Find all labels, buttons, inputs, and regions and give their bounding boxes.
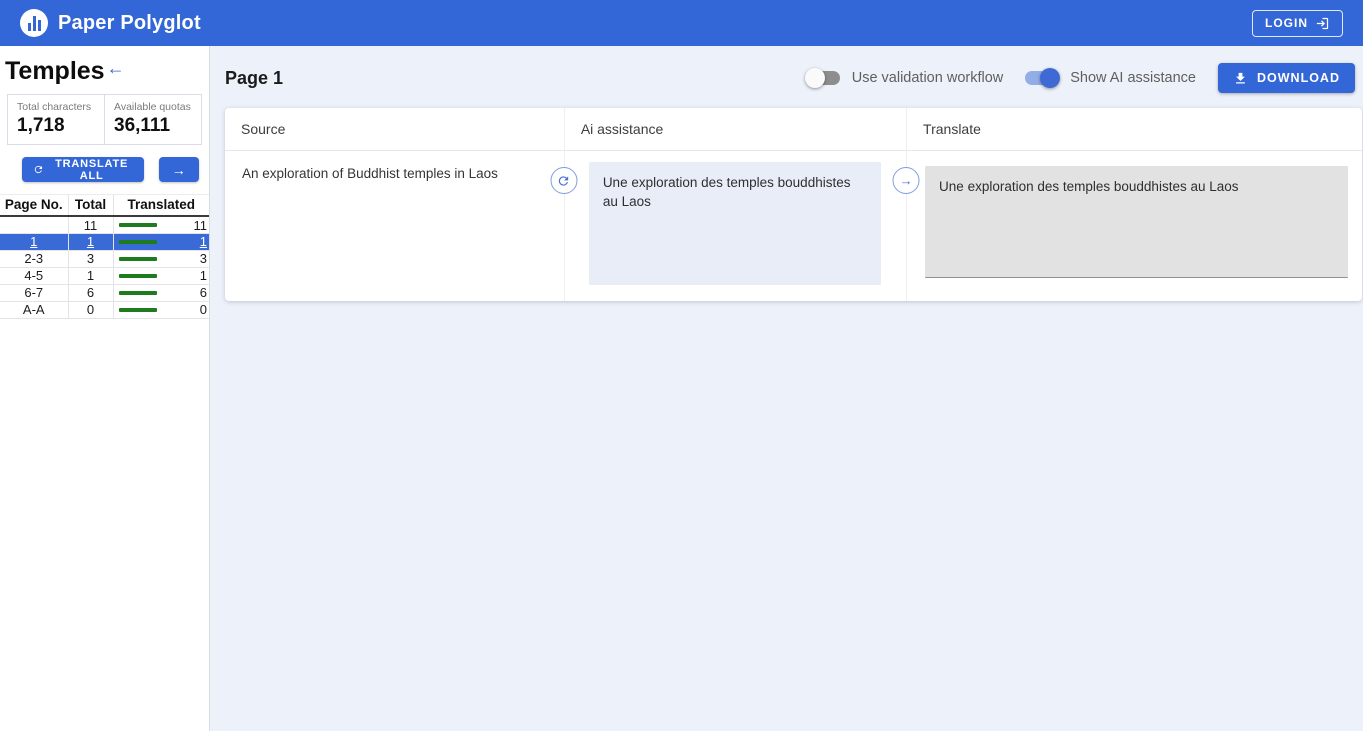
translate-all-label: TRANSLATE ALL <box>50 158 134 182</box>
pages-header-pageno: Page No. <box>0 195 68 217</box>
total-characters-label: Total characters <box>17 101 95 113</box>
stats-panel: Total characters 1,718 Available quotas … <box>7 94 202 145</box>
main-panel: Page 1 Use validation workflow Show AI a… <box>210 46 1363 731</box>
page-row-6-7[interactable]: 6-7 6 6 <box>0 284 209 301</box>
refresh-icon <box>557 174 571 188</box>
ai-assistance-toggle[interactable]: Show AI assistance <box>1025 68 1196 88</box>
available-quotas-stat: Available quotas 36,111 <box>104 95 201 144</box>
available-quotas-label: Available quotas <box>114 101 192 113</box>
column-header-translate: Translate <box>906 108 1362 151</box>
forward-arrow-icon: → <box>172 162 187 178</box>
page-row-2-3[interactable]: 2-3 3 3 <box>0 250 209 267</box>
login-icon <box>1315 16 1330 31</box>
available-quotas-value: 36,111 <box>114 115 192 137</box>
login-button-label: LOGIN <box>1265 16 1308 30</box>
download-button[interactable]: DOWNLOAD <box>1218 63 1355 93</box>
validation-workflow-label: Use validation workflow <box>852 70 1004 86</box>
total-characters-stat: Total characters 1,718 <box>8 95 104 144</box>
download-button-label: DOWNLOAD <box>1257 71 1340 85</box>
progress-bar <box>119 274 157 278</box>
back-arrow-icon[interactable]: ← <box>107 59 125 77</box>
page-title: Page 1 <box>225 68 283 89</box>
page-row-a-a[interactable]: A-A 0 0 <box>0 301 209 318</box>
total-characters-value: 1,718 <box>17 115 95 137</box>
progress-bar <box>119 308 157 312</box>
app-title: Paper Polyglot <box>58 12 201 35</box>
ai-assistance-text: Une exploration des temples bouddhistes … <box>589 162 881 285</box>
sidebar: Temples ← Total characters 1,718 Availab… <box>0 46 210 731</box>
download-icon <box>1233 71 1248 86</box>
source-text: An exploration of Buddhist temples in La… <box>225 151 564 301</box>
progress-bar <box>119 240 157 244</box>
progress-bar <box>119 223 157 227</box>
page-row-1[interactable]: 1 1 1 <box>0 233 209 250</box>
document-title: Temples <box>5 58 105 84</box>
logo-icon <box>20 9 48 37</box>
ai-assistance-label: Show AI assistance <box>1070 70 1196 86</box>
pages-header-total: Total <box>68 195 113 217</box>
login-button[interactable]: LOGIN <box>1252 10 1343 37</box>
toggle-switch-off[interactable] <box>807 68 840 88</box>
translation-row: An exploration of Buddhist temples in La… <box>225 151 1362 301</box>
pages-totals-row: 11 11 <box>0 216 209 233</box>
column-header-source: Source <box>225 108 564 151</box>
translate-textarea[interactable]: Une exploration des temples bouddhistes … <box>925 166 1348 278</box>
progress-bar <box>119 257 157 261</box>
pages-header-translated: Translated <box>113 195 209 217</box>
progress-bar <box>119 291 157 295</box>
translate-all-button[interactable]: TRANSLATE ALL <box>22 157 144 182</box>
copy-to-translate-button[interactable]: → <box>893 167 920 194</box>
validation-workflow-toggle[interactable]: Use validation workflow <box>807 68 1004 88</box>
app-bar: Paper Polyglot LOGIN <box>0 0 1363 46</box>
forward-arrow-icon: → <box>900 173 913 188</box>
translation-card: Source Ai assistance Translate An explor… <box>225 108 1362 301</box>
toggle-switch-on[interactable] <box>1025 68 1058 88</box>
page-row-4-5[interactable]: 4-5 1 1 <box>0 267 209 284</box>
refresh-icon <box>33 163 44 176</box>
app-logo: Paper Polyglot <box>20 9 201 37</box>
column-header-ai-assistance: Ai assistance <box>564 108 906 151</box>
regenerate-ai-button[interactable] <box>550 167 577 194</box>
pages-table: Page No. Total Translated 11 11 1 1 1 2-… <box>0 194 209 319</box>
next-page-button[interactable]: → <box>159 157 199 182</box>
